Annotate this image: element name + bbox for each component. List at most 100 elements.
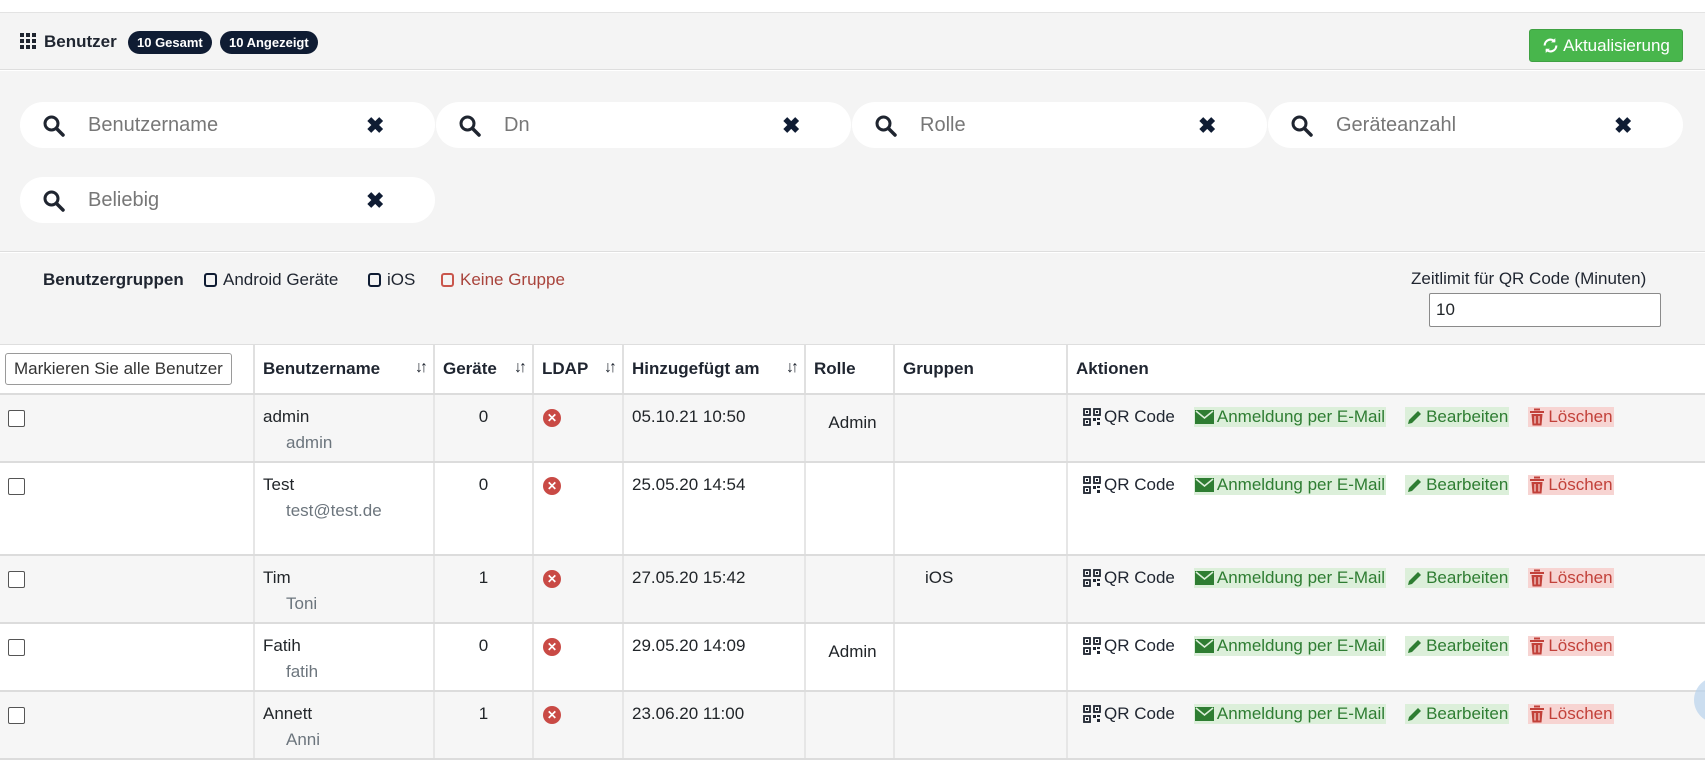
group-filter-bar: Benutzergruppen Android Geräte iOS Keine… bbox=[0, 253, 1705, 345]
email-login-button[interactable]: Anmeldung per E-Mail bbox=[1193, 568, 1387, 588]
group-option-ios[interactable]: iOS bbox=[368, 270, 415, 290]
added-cell: 27.05.20 15:42 bbox=[623, 555, 806, 624]
edit-label: Bearbeiten bbox=[1426, 704, 1509, 723]
delete-button[interactable]: Löschen bbox=[1528, 407, 1614, 427]
qr-code-button[interactable]: QR Code bbox=[1083, 568, 1175, 588]
role-cell bbox=[805, 555, 895, 624]
group-option-label: Android Geräte bbox=[223, 270, 339, 289]
column-label: Aktionen bbox=[1076, 359, 1149, 378]
qr-timeout-input[interactable] bbox=[1429, 293, 1661, 327]
ldap-cell: ✕ bbox=[533, 691, 624, 760]
ldap-cell: ✕ bbox=[533, 462, 624, 556]
mark-all-button[interactable]: Markieren Sie alle Benutzer bbox=[5, 353, 232, 385]
group-option-android[interactable]: Android Geräte bbox=[204, 270, 338, 290]
edit-button[interactable]: Bearbeiten bbox=[1405, 407, 1510, 427]
email-login-button[interactable]: Anmeldung per E-Mail bbox=[1193, 704, 1387, 724]
added-cell: 23.06.20 11:00 bbox=[623, 691, 806, 760]
email-login-button[interactable]: Anmeldung per E-Mail bbox=[1193, 475, 1387, 495]
dn-filter[interactable]: Dn ✖ bbox=[436, 102, 851, 148]
checkbox[interactable] bbox=[441, 273, 454, 287]
delete-button[interactable]: Löschen bbox=[1528, 636, 1614, 656]
mark-all-header: Markieren Sie alle Benutzer bbox=[0, 345, 255, 395]
trash-icon bbox=[1530, 637, 1545, 655]
table-row: Test test@test.de 0 ✕ 25.05.20 14:54 QR … bbox=[0, 462, 1705, 556]
search-icon bbox=[875, 115, 897, 137]
search-icon bbox=[459, 115, 481, 137]
groups-cell bbox=[894, 462, 1068, 556]
email-login-label: Anmeldung per E-Mail bbox=[1216, 568, 1386, 587]
edit-button[interactable]: Bearbeiten bbox=[1405, 475, 1510, 495]
sort-icon[interactable]: ↓↑ bbox=[604, 359, 617, 377]
qr-code-button[interactable]: QR Code bbox=[1083, 704, 1175, 724]
edit-label: Bearbeiten bbox=[1426, 636, 1509, 655]
username-filter[interactable]: Benutzername ✖ bbox=[20, 102, 435, 148]
column-devices[interactable]: Geräte ↓↑ bbox=[434, 345, 534, 395]
clear-icon[interactable]: ✖ bbox=[366, 188, 384, 214]
sort-icon[interactable]: ↓↑ bbox=[514, 359, 527, 377]
devices-cell: 0 bbox=[434, 394, 534, 463]
ldap-status-icon: ✕ bbox=[543, 409, 561, 427]
row-checkbox[interactable] bbox=[8, 639, 25, 656]
clear-icon[interactable]: ✖ bbox=[366, 113, 384, 139]
row-select-cell bbox=[0, 394, 255, 463]
role-filter[interactable]: Rolle ✖ bbox=[852, 102, 1267, 148]
column-username[interactable]: Benutzername ↓↑ bbox=[254, 345, 435, 395]
checkbox[interactable] bbox=[204, 273, 217, 287]
clear-icon[interactable]: ✖ bbox=[782, 113, 800, 139]
row-checkbox[interactable] bbox=[8, 707, 25, 724]
qr-code-button[interactable]: QR Code bbox=[1083, 407, 1175, 427]
group-option-none[interactable]: Keine Gruppe bbox=[441, 270, 565, 290]
qr-code-label: QR Code bbox=[1104, 407, 1175, 426]
qr-code-button[interactable]: QR Code bbox=[1083, 475, 1175, 495]
email-login-button[interactable]: Anmeldung per E-Mail bbox=[1193, 636, 1387, 656]
search-icon bbox=[43, 190, 65, 212]
sort-icon[interactable]: ↓↑ bbox=[415, 359, 428, 377]
search-icon bbox=[1291, 115, 1313, 137]
clear-icon[interactable]: ✖ bbox=[1614, 113, 1632, 139]
row-select-cell bbox=[0, 462, 255, 556]
username: Fatih bbox=[263, 636, 301, 655]
delete-button[interactable]: Löschen bbox=[1528, 475, 1614, 495]
row-checkbox[interactable] bbox=[8, 571, 25, 588]
pencil-icon bbox=[1408, 571, 1422, 585]
devices-cell: 0 bbox=[434, 462, 534, 556]
checkbox[interactable] bbox=[368, 273, 381, 287]
role-cell bbox=[805, 462, 895, 556]
ldap-cell: ✕ bbox=[533, 623, 624, 692]
row-checkbox[interactable] bbox=[8, 478, 25, 495]
edit-button[interactable]: Bearbeiten bbox=[1405, 636, 1510, 656]
clear-icon[interactable]: ✖ bbox=[1198, 113, 1216, 139]
pencil-icon bbox=[1408, 707, 1422, 721]
table-header-row: Markieren Sie alle Benutzer Benutzername… bbox=[0, 345, 1705, 395]
sort-icon[interactable]: ↓↑ bbox=[786, 359, 799, 377]
column-ldap[interactable]: LDAP ↓↑ bbox=[533, 345, 624, 395]
column-label: Geräte bbox=[443, 359, 497, 378]
added-cell: 05.10.21 10:50 bbox=[623, 394, 806, 463]
devices-cell: 1 bbox=[434, 691, 534, 760]
edit-button[interactable]: Bearbeiten bbox=[1405, 704, 1510, 724]
refresh-button[interactable]: Aktualisierung bbox=[1529, 29, 1683, 62]
pencil-icon bbox=[1408, 410, 1422, 424]
delete-button[interactable]: Löschen bbox=[1528, 704, 1614, 724]
shown-count-badge: 10 Angezeigt bbox=[220, 31, 318, 54]
any-filter[interactable]: Beliebig ✖ bbox=[20, 177, 435, 223]
email-login-button[interactable]: Anmeldung per E-Mail bbox=[1193, 407, 1387, 427]
search-icon bbox=[43, 115, 65, 137]
qr-code-label: QR Code bbox=[1104, 475, 1175, 494]
added-cell: 25.05.20 14:54 bbox=[623, 462, 806, 556]
groups-cell bbox=[894, 394, 1068, 463]
column-label: Gruppen bbox=[903, 359, 974, 378]
group-option-label: Keine Gruppe bbox=[460, 270, 565, 289]
qr-code-button[interactable]: QR Code bbox=[1083, 636, 1175, 656]
edit-label: Bearbeiten bbox=[1426, 407, 1509, 426]
actions-cell: QR Code Anmeldung per E-Mail Bearbeiten … bbox=[1067, 394, 1705, 463]
table-row: Annett Anni 1 ✕ 23.06.20 11:00 QR Code A… bbox=[0, 691, 1705, 760]
delete-label: Löschen bbox=[1548, 636, 1613, 655]
edit-button[interactable]: Bearbeiten bbox=[1405, 568, 1510, 588]
row-checkbox[interactable] bbox=[8, 410, 25, 427]
edit-label: Bearbeiten bbox=[1426, 475, 1509, 494]
delete-button[interactable]: Löschen bbox=[1528, 568, 1614, 588]
column-added[interactable]: Hinzugefügt am ↓↑ bbox=[623, 345, 806, 395]
total-count-badge: 10 Gesamt bbox=[128, 31, 212, 54]
devices-filter[interactable]: Geräteanzahl ✖ bbox=[1268, 102, 1683, 148]
